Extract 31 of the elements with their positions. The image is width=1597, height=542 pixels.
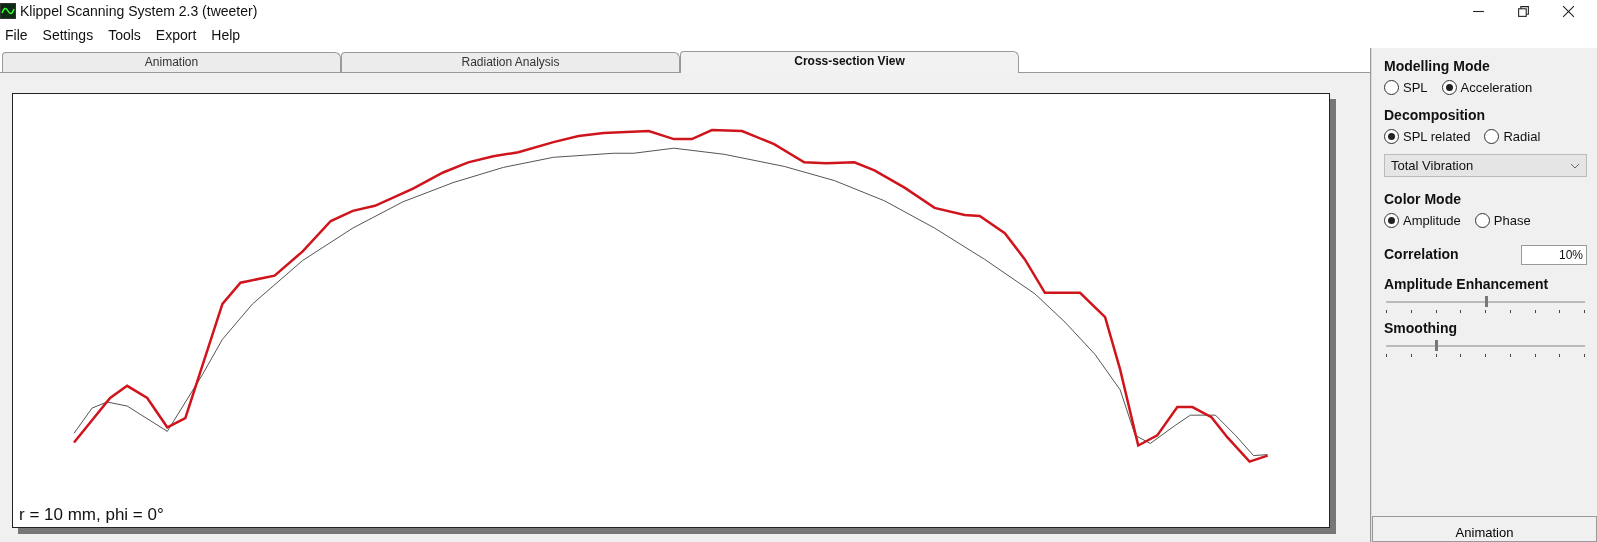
menu-item[interactable]: Export [155,27,197,43]
slider-label: Smoothing [1384,320,1459,336]
radio-button[interactable]: Acceleration [1441,80,1533,95]
app-icon [0,3,16,19]
tab[interactable]: Animation [2,52,341,72]
plot-caption: r = 10 mm, phi = 0° [19,505,164,525]
menu-item[interactable]: File [5,27,28,43]
window-title: Klippel Scanning System 2.3 (tweeter) [20,3,258,19]
radio-button[interactable]: Radial [1484,129,1541,144]
tab[interactable]: Cross-section View [680,51,1019,73]
menu-item[interactable]: Tools [108,27,141,43]
slider[interactable] [1386,296,1585,314]
tab[interactable]: Radiation Analysis [341,52,680,72]
dropdown[interactable]: Total Vibration [1384,154,1587,177]
close-icon[interactable] [1562,4,1575,18]
animation-button[interactable]: Animation [1372,516,1597,542]
restore-icon[interactable] [1517,4,1530,18]
menu-item[interactable]: Settings [42,27,94,43]
slider[interactable] [1386,340,1585,358]
menu-item[interactable]: Help [211,27,241,43]
field-label: Correlation [1384,246,1459,262]
chevron-down-icon [1570,162,1580,169]
radio-button[interactable]: Phase [1474,213,1531,228]
group-title: Decomposition [1384,107,1487,123]
slider-label: Amplitude Enhancement [1384,276,1550,292]
radio-button[interactable]: Amplitude [1384,213,1461,228]
correlation-field[interactable]: 10% [1521,245,1587,265]
radio-button[interactable]: SPL [1384,80,1428,95]
group-title: Color Mode [1384,191,1462,207]
group-title: Modelling Mode [1384,58,1491,74]
radio-button[interactable]: SPL related [1384,129,1471,144]
